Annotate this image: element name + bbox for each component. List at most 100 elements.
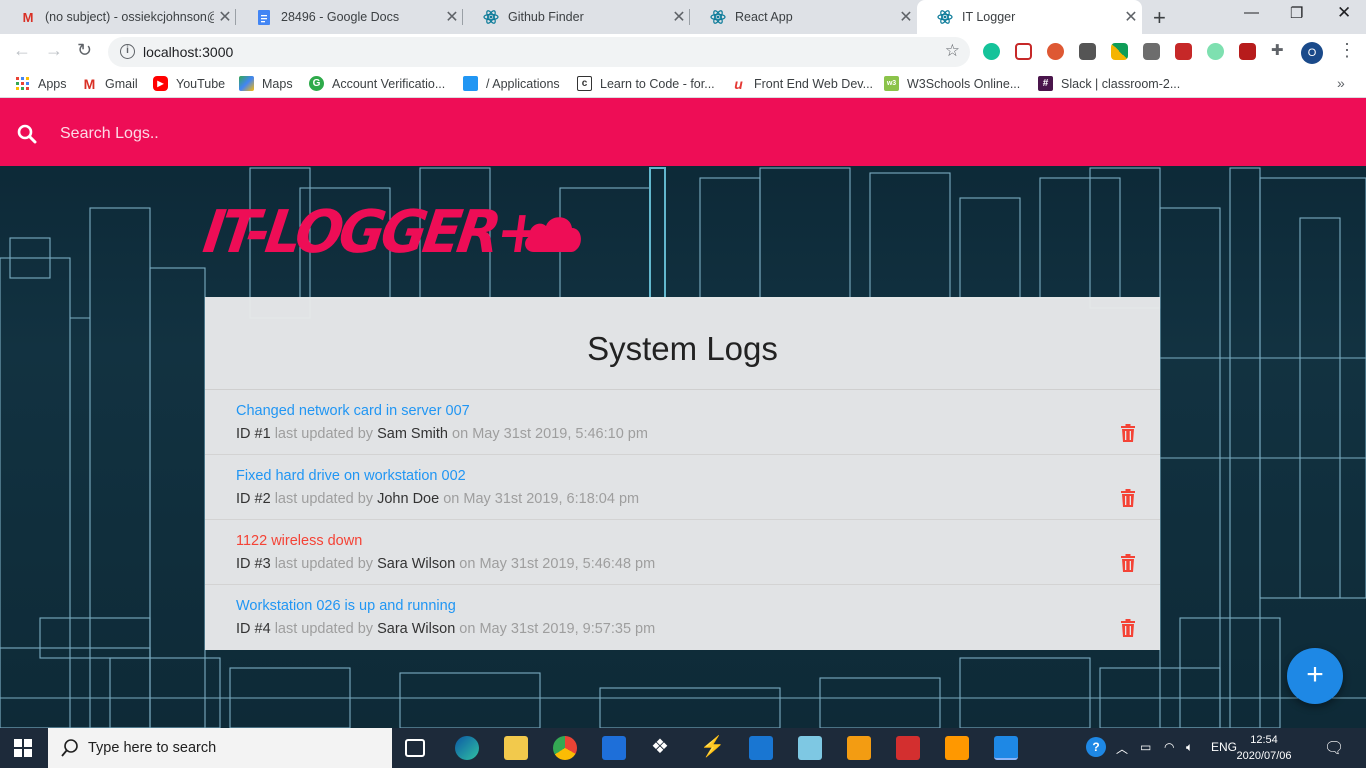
bookmark-slack[interactable]: # Slack | classroom-2... [1038, 76, 1180, 91]
tab-title: Github Finder [508, 10, 584, 24]
sublime-text-icon[interactable] [945, 736, 969, 760]
battery-icon[interactable]: ▭ [1140, 740, 1151, 754]
new-tab-button[interactable]: + [1153, 5, 1166, 31]
extension-icon[interactable] [1015, 43, 1032, 60]
bookmark-front-end[interactable]: u Front End Web Dev... [731, 76, 873, 92]
search-icon [17, 124, 37, 149]
close-icon[interactable]: ✕ [1120, 7, 1142, 27]
bookmark-youtube[interactable]: ▶ YouTube [153, 76, 225, 91]
bookmark-applications[interactable]: / Applications [463, 76, 560, 91]
edge-icon[interactable] [455, 736, 479, 760]
video-editor-icon[interactable] [749, 736, 773, 760]
app-icon[interactable] [798, 736, 822, 760]
extension-icon[interactable] [1175, 43, 1192, 60]
bookmark-label: Slack | classroom-2... [1061, 76, 1181, 91]
gmail-icon: M [83, 75, 96, 92]
avatar[interactable]: O [1301, 42, 1323, 64]
react-icon [483, 9, 499, 25]
taskbar-search[interactable]: Type here to search [48, 728, 392, 768]
search-bar [0, 98, 1366, 166]
restore-icon[interactable]: ❐ [1290, 4, 1303, 22]
wifi-icon[interactable]: ◠ [1164, 740, 1174, 754]
browser-toolbar: ← → ↻ i localhost:3000 ☆ ✚ O ⋮ [0, 34, 1366, 70]
browser-tab[interactable]: Github Finder ✕ [463, 0, 690, 34]
media-player-icon[interactable] [847, 736, 871, 760]
taskbar-search-text: Type here to search [88, 740, 217, 756]
log-message-link[interactable]: 1122 wireless down [236, 533, 362, 549]
reload-icon[interactable]: ↻ [77, 40, 92, 61]
volume-icon[interactable]: 🔈︎ [1186, 740, 1193, 755]
delete-icon[interactable] [1120, 554, 1136, 577]
pdf-icon[interactable] [1239, 43, 1256, 60]
extension-icon[interactable] [1207, 43, 1224, 60]
list-item: Changed network card in server 007 ID #1… [205, 390, 1160, 455]
address-bar[interactable]: i localhost:3000 ☆ [108, 37, 970, 67]
logs-card: System Logs Changed network card in serv… [205, 297, 1160, 650]
language-indicator[interactable]: ENG [1211, 740, 1237, 754]
more-bookmarks-icon[interactable]: » [1337, 75, 1345, 91]
acrobat-icon[interactable] [896, 736, 920, 760]
extension-icon[interactable] [1143, 43, 1160, 60]
add-log-button[interactable]: + [1287, 648, 1343, 704]
close-icon[interactable]: ✕ [214, 7, 236, 27]
bookmark-apps[interactable]: Apps [15, 76, 67, 91]
search-icon [60, 738, 80, 763]
page-title: System Logs [587, 330, 778, 367]
bookmark-label: Learn to Code - for... [600, 76, 715, 91]
bookmark-star-icon[interactable]: ☆ [945, 41, 960, 61]
forward-icon[interactable]: → [45, 40, 63, 61]
tab-title: 28496 - Google Docs [281, 10, 400, 24]
chrome-icon[interactable] [553, 736, 577, 760]
google-docs-icon [256, 9, 272, 25]
vscode-icon[interactable] [994, 736, 1018, 760]
close-window-icon[interactable]: ✕ [1337, 3, 1351, 23]
help-icon[interactable]: ? [1086, 737, 1106, 757]
browser-tab[interactable]: M (no subject) - ossiekcjohnson@ ✕ [0, 0, 236, 34]
back-icon[interactable]: ← [13, 40, 31, 61]
browser-tab[interactable]: 28496 - Google Docs ✕ [236, 0, 463, 34]
freecodecamp-icon: c [577, 76, 592, 91]
log-meta: ID #3 last updated by Sara Wilson on May… [236, 556, 656, 572]
clock-date: 2020/07/06 [1236, 750, 1292, 762]
delete-icon[interactable] [1120, 619, 1136, 642]
bookmark-label: Gmail [105, 76, 138, 91]
more-menu-icon[interactable]: ⋮ [1338, 40, 1356, 61]
browser-tab[interactable]: React App ✕ [690, 0, 917, 34]
close-icon[interactable]: ✕ [441, 7, 463, 27]
bookmark-w3schools[interactable]: w3 W3Schools Online... [884, 76, 1020, 91]
task-view-icon[interactable] [405, 739, 425, 757]
close-icon[interactable]: ✕ [668, 7, 690, 27]
notifications-icon[interactable]: 🗨︎ [1324, 738, 1344, 758]
bookmark-maps[interactable]: Maps [239, 76, 293, 91]
tab-title: React App [735, 10, 793, 24]
file-explorer-icon[interactable] [504, 736, 528, 760]
grammarly-icon[interactable] [983, 43, 1000, 60]
chevron-up-icon[interactable]: ︿ [1116, 740, 1128, 757]
puzzle-icon[interactable]: ✚ [1271, 41, 1288, 59]
windows-start-icon[interactable] [14, 739, 32, 762]
mail-icon[interactable] [602, 736, 626, 760]
taskbar-clock[interactable]: 12:54 2020/07/06 [1236, 732, 1292, 764]
dropbox-icon[interactable]: ❖ [651, 734, 675, 758]
search-input[interactable] [60, 120, 1310, 148]
browser-tab-active[interactable]: IT Logger ✕ [917, 0, 1142, 34]
bookmark-label: YouTube [176, 76, 226, 91]
bookmark-learn-to-code[interactable]: c Learn to Code - for... [577, 76, 715, 91]
duckduckgo-icon[interactable] [1047, 43, 1064, 60]
extension-icon[interactable] [1111, 43, 1128, 60]
app-icon[interactable]: ⚡ [700, 734, 725, 758]
delete-icon[interactable] [1120, 424, 1136, 447]
delete-icon[interactable] [1120, 489, 1136, 512]
log-message-link[interactable]: Workstation 026 is up and running [236, 598, 456, 614]
extension-icon[interactable] [1079, 43, 1096, 60]
cloud-icon [525, 217, 581, 252]
log-message-link[interactable]: Changed network card in server 007 [236, 403, 470, 419]
bookmark-account-verification[interactable]: G Account Verificatio... [309, 76, 445, 91]
react-icon [710, 9, 726, 25]
log-message-link[interactable]: Fixed hard drive on workstation 002 [236, 468, 466, 484]
minimize-icon[interactable]: — [1244, 4, 1259, 21]
bookmark-gmail[interactable]: M Gmail [82, 75, 138, 92]
site-info-icon[interactable]: i [120, 44, 135, 59]
app-page: IT-LOGGER+ System Logs Changed network c… [0, 98, 1366, 728]
close-icon[interactable]: ✕ [895, 7, 917, 27]
